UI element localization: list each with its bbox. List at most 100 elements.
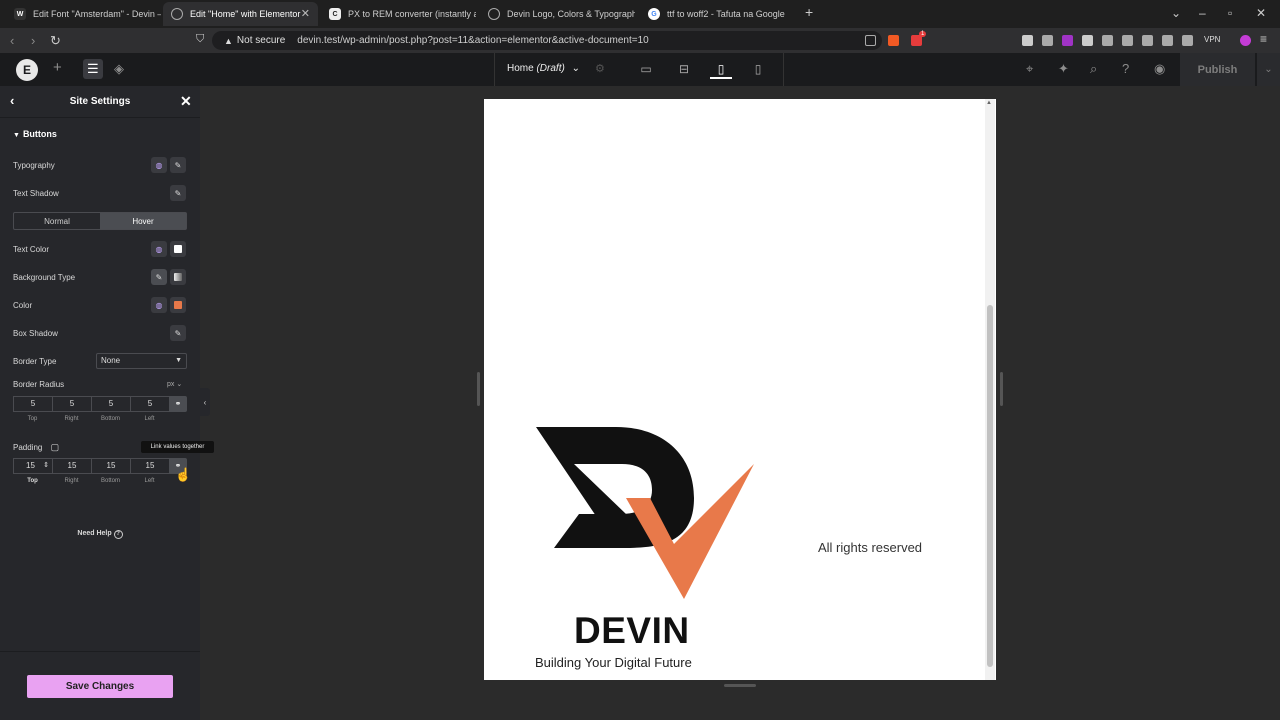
text-color-swatch [174, 245, 182, 253]
right-resize-handle[interactable] [1000, 372, 1003, 406]
padding-right-input[interactable]: 15 [52, 458, 91, 474]
wallet-icon[interactable] [1162, 35, 1173, 46]
link-values-icon[interactable]: ⚭ [169, 396, 187, 412]
global-bg-color-icon[interactable]: ◍ [151, 297, 167, 313]
mobile-view-icon[interactable]: ▯ [747, 59, 769, 79]
left-resize-handle[interactable] [477, 372, 480, 406]
padding-bottom-input[interactable]: 15 [91, 458, 130, 474]
save-changes-button[interactable]: Save Changes [27, 675, 173, 698]
add-element-icon[interactable]: + [53, 59, 62, 76]
tablet-view-icon[interactable]: ▯ [710, 59, 732, 79]
chevron-down-icon: ▼ [175, 357, 182, 364]
url-field[interactable]: ▲ Not secure devin.test/wp-admin/post.ph… [212, 31, 882, 50]
preview-eye-icon[interactable]: ◉ [1154, 61, 1165, 77]
bottom-resize-handle[interactable] [724, 684, 756, 687]
border-type-select[interactable]: None ▼ [96, 353, 187, 369]
devin-logo-mark [536, 427, 754, 599]
scroll-up-icon[interactable]: ▲ [986, 100, 992, 106]
tab-px-to-rem[interactable]: C PX to REM converter (instantly and [321, 2, 476, 26]
sidebar-icon[interactable] [1142, 35, 1153, 46]
close-window-icon[interactable]: ✕ [1256, 6, 1266, 20]
box-shadow-label: Box Shadow [13, 329, 58, 338]
stepper-icon[interactable]: ⇕ [43, 459, 49, 473]
radius-bottom-input[interactable]: 5 [91, 396, 130, 412]
publish-options-icon[interactable]: ⌄ [1256, 53, 1280, 86]
radius-right-input[interactable]: 5 [52, 396, 91, 412]
camera-icon[interactable] [1042, 35, 1053, 46]
menu-icon[interactable]: ≡ [1260, 32, 1267, 46]
edit-box-shadow-icon[interactable]: ✎ [170, 325, 186, 341]
border-type-label: Border Type [13, 357, 57, 366]
text-shadow-label: Text Shadow [13, 189, 59, 198]
gradient-icon[interactable] [170, 269, 186, 285]
close-tab-icon[interactable]: ✕ [301, 7, 310, 20]
downloads-icon[interactable] [1122, 35, 1133, 46]
brave-shield-icon[interactable] [888, 35, 899, 46]
help-circle-icon: ? [113, 530, 123, 539]
desktop-view-icon[interactable]: ▭ [635, 59, 657, 79]
google-icon: G [648, 8, 660, 20]
back-icon[interactable]: ‹ [10, 33, 14, 48]
minimize-icon[interactable]: – [1199, 6, 1206, 20]
font-icon[interactable] [1082, 35, 1093, 46]
canvas-scrollbar[interactable]: ▲ [985, 99, 995, 680]
global-typography-icon[interactable]: ◍ [151, 157, 167, 173]
tab-google-search[interactable]: G ttf to woff2 - Tafuta na Google [640, 2, 795, 26]
new-tab-icon[interactable]: + [805, 4, 813, 20]
finder-icon[interactable]: ⌖ [1026, 61, 1033, 77]
section-buttons-toggle[interactable]: ▼ Buttons [13, 129, 57, 139]
padding-top-input[interactable]: 15 ⇕ [13, 458, 52, 474]
mouse-cursor-icon: ☝ [175, 467, 192, 482]
tab-normal[interactable]: Normal [14, 213, 100, 229]
site-settings-icon[interactable]: ☰ [83, 59, 103, 79]
radius-left-input[interactable]: 5 [130, 396, 169, 412]
global-color-icon[interactable]: ◍ [151, 241, 167, 257]
tab-edit-font[interactable]: W Edit Font "Amsterdam" - Devin — W [6, 2, 161, 26]
unit-selector[interactable]: px ⌄ [167, 380, 182, 388]
padding-left-input[interactable]: 15 [130, 458, 169, 474]
text-color-label: Text Color [13, 245, 50, 254]
responsive-device-icon[interactable]: ▢ [51, 442, 60, 452]
tab-search-icon[interactable]: ⌄ [1171, 6, 1181, 20]
maximize-icon[interactable]: ▫ [1228, 6, 1232, 20]
close-icon[interactable]: ✕ [180, 93, 192, 110]
border-radius-inputs: 5 5 5 5 ⚭ [13, 396, 187, 412]
text-color-picker[interactable] [170, 241, 186, 257]
eyedropper-icon[interactable] [1022, 35, 1033, 46]
puzzle-icon[interactable] [1102, 35, 1113, 46]
globe-icon [171, 8, 183, 20]
laptop-view-icon[interactable]: ⊟ [673, 59, 695, 79]
bg-color-picker[interactable] [170, 297, 186, 313]
tab-hover[interactable]: Hover [100, 213, 186, 229]
structure-icon[interactable]: ◈ [114, 61, 124, 77]
brand-name: DEVIN [574, 610, 690, 651]
page-settings-gear-icon[interactable]: ⚙ [595, 62, 605, 75]
edit-typography-icon[interactable]: ✎ [170, 157, 186, 173]
tab-devin-logo[interactable]: Devin Logo, Colors & Typography [480, 2, 635, 26]
edit-text-shadow-icon[interactable]: ✎ [170, 185, 186, 201]
download-ext-icon[interactable] [1062, 35, 1073, 46]
share-icon[interactable] [865, 35, 876, 46]
vpn-button[interactable]: VPN [1204, 35, 1220, 44]
help-icon[interactable]: ? [1122, 61, 1129, 76]
ai-icon[interactable] [1182, 35, 1193, 46]
publish-button[interactable]: Publish [1180, 53, 1255, 86]
notes-icon[interactable]: ✦ [1058, 61, 1069, 77]
search-icon[interactable]: ⌕ [1090, 61, 1097, 77]
tab-elementor[interactable]: Edit "Home" with Elementor ✕ [163, 2, 318, 26]
need-help-link[interactable]: Need Help ? [0, 530, 200, 539]
page-status: (Draft) [536, 63, 565, 74]
bookmark-icon[interactable]: ⛉ [196, 33, 204, 46]
scroll-thumb[interactable] [987, 305, 993, 667]
elementor-logo-icon[interactable]: E [16, 59, 38, 81]
color-label: Color [13, 301, 33, 310]
bg-color-swatch [174, 301, 182, 309]
forward-icon[interactable]: › [31, 33, 35, 48]
page-title: Home [507, 63, 534, 74]
reload-icon[interactable]: ↻ [50, 33, 61, 49]
profile-icon[interactable] [1240, 35, 1251, 46]
radius-top-input[interactable]: 5 [13, 396, 52, 412]
collapse-panel-icon[interactable]: ‹ [200, 388, 210, 416]
classic-brush-icon[interactable]: ✎ [151, 269, 167, 285]
chevron-down-icon: ⌄ [571, 63, 580, 74]
